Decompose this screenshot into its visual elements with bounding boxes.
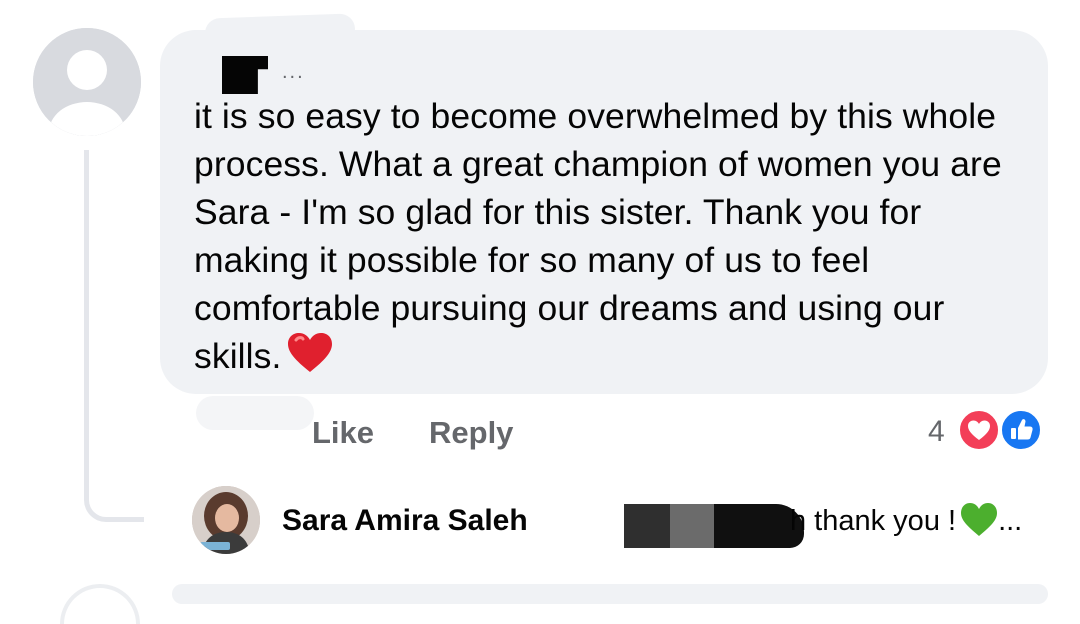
comment-body: it is so easy to become overwhelmed by t… xyxy=(194,92,1024,380)
commenter-avatar[interactable] xyxy=(33,28,141,136)
reply-ellipsis: ... xyxy=(998,505,1023,537)
like-reaction-icon[interactable] xyxy=(999,408,1043,452)
next-comment-bubble xyxy=(172,584,1048,604)
reply-preview[interactable]: h thank you ! ... xyxy=(790,501,1022,541)
action-row-shadow xyxy=(196,396,314,430)
red-heart-icon xyxy=(288,333,333,372)
next-comment-avatar xyxy=(60,584,140,624)
reply-button[interactable]: Reply xyxy=(429,413,513,453)
reply-author-avatar[interactable] xyxy=(192,486,260,554)
green-heart-icon xyxy=(961,503,998,536)
thread-connector-line xyxy=(84,150,144,522)
like-button[interactable]: Like xyxy=(312,413,374,453)
default-profile-icon xyxy=(33,28,141,136)
reaction-count[interactable]: 4 xyxy=(928,412,945,452)
redacted-reply-text xyxy=(624,502,804,548)
reply-author-name[interactable]: Sara Amira Saleh xyxy=(282,501,528,541)
reply-text: h thank you ! xyxy=(790,505,957,537)
author-name-fragment: ... xyxy=(282,61,305,83)
profile-photo-icon xyxy=(192,486,260,554)
heart-reaction-icon[interactable] xyxy=(957,408,1001,452)
